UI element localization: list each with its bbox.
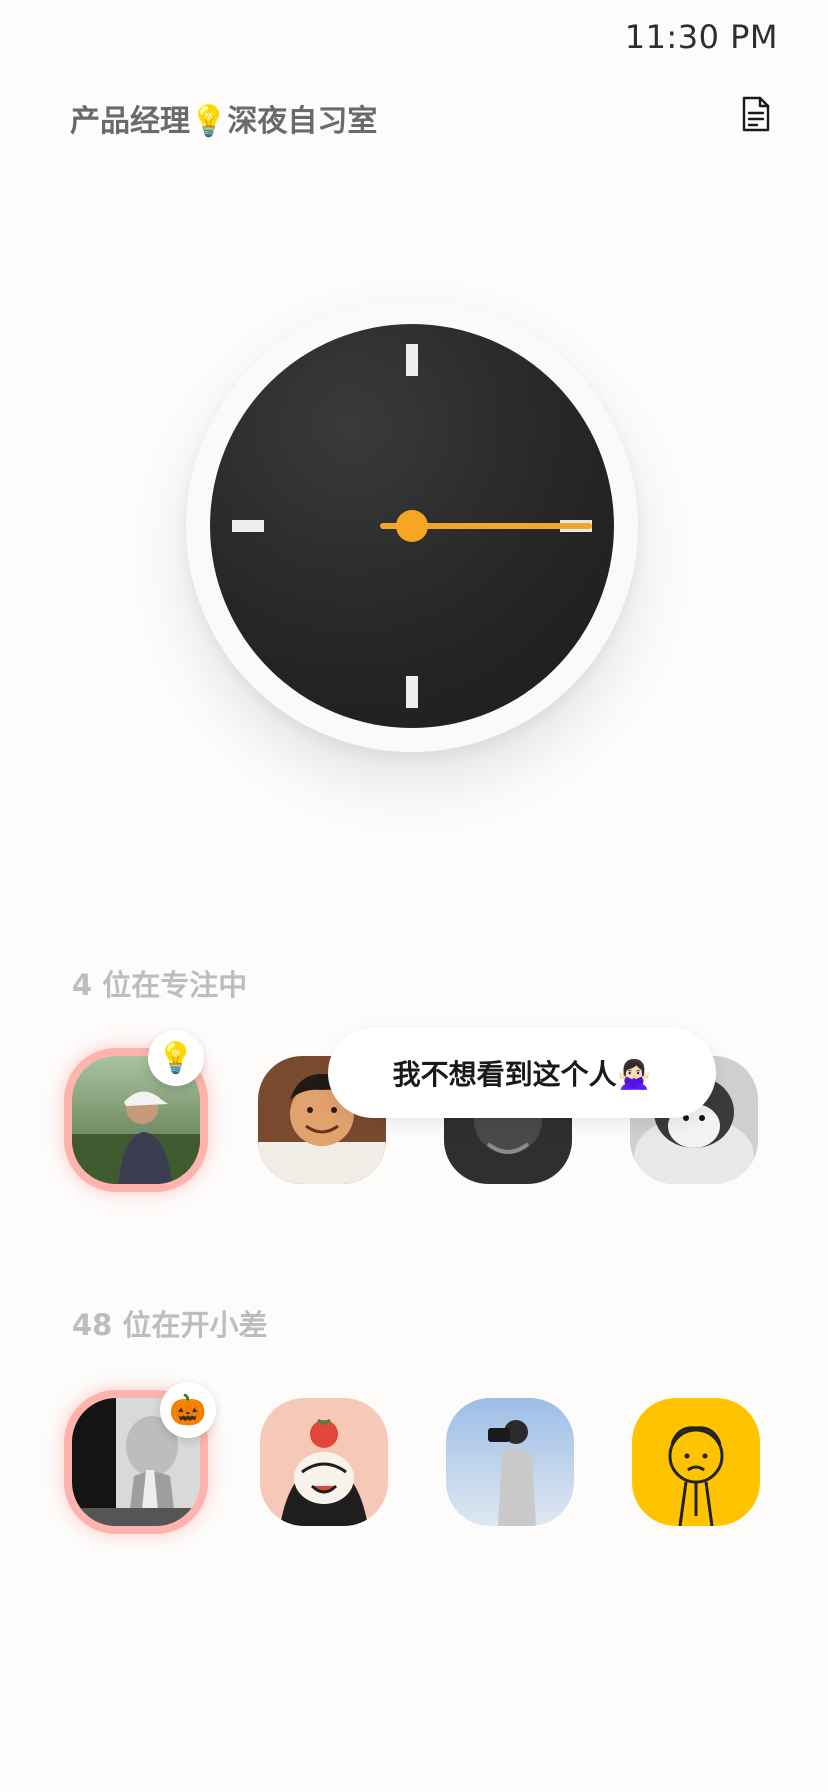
slacking-member-avatar-3[interactable]	[446, 1398, 574, 1526]
clock-tick-6	[406, 676, 418, 708]
clock-tick-12	[406, 344, 418, 376]
focus-count-label: 4 位在专注中	[72, 968, 248, 1002]
slacking-member-avatar-4[interactable]	[632, 1398, 760, 1526]
room-title: 产品经理💡深夜自习室	[70, 104, 378, 139]
status-bar-time: 11:30 PM	[624, 18, 778, 56]
clock-hub	[396, 510, 428, 542]
slacking-member-avatar-2[interactable]	[260, 1398, 388, 1526]
lightbulb-icon: 💡	[148, 1030, 204, 1086]
clock-tick-9	[232, 520, 264, 532]
pumpkin-icon: 🎃	[160, 1382, 216, 1438]
slacking-count-label: 48 位在开小差	[72, 1308, 268, 1342]
focus-clock[interactable]	[186, 300, 638, 752]
clock-face	[210, 324, 614, 728]
hide-user-popover[interactable]: 我不想看到这个人🙅🏻‍♀️	[328, 1028, 716, 1118]
document-icon[interactable]	[740, 96, 772, 132]
